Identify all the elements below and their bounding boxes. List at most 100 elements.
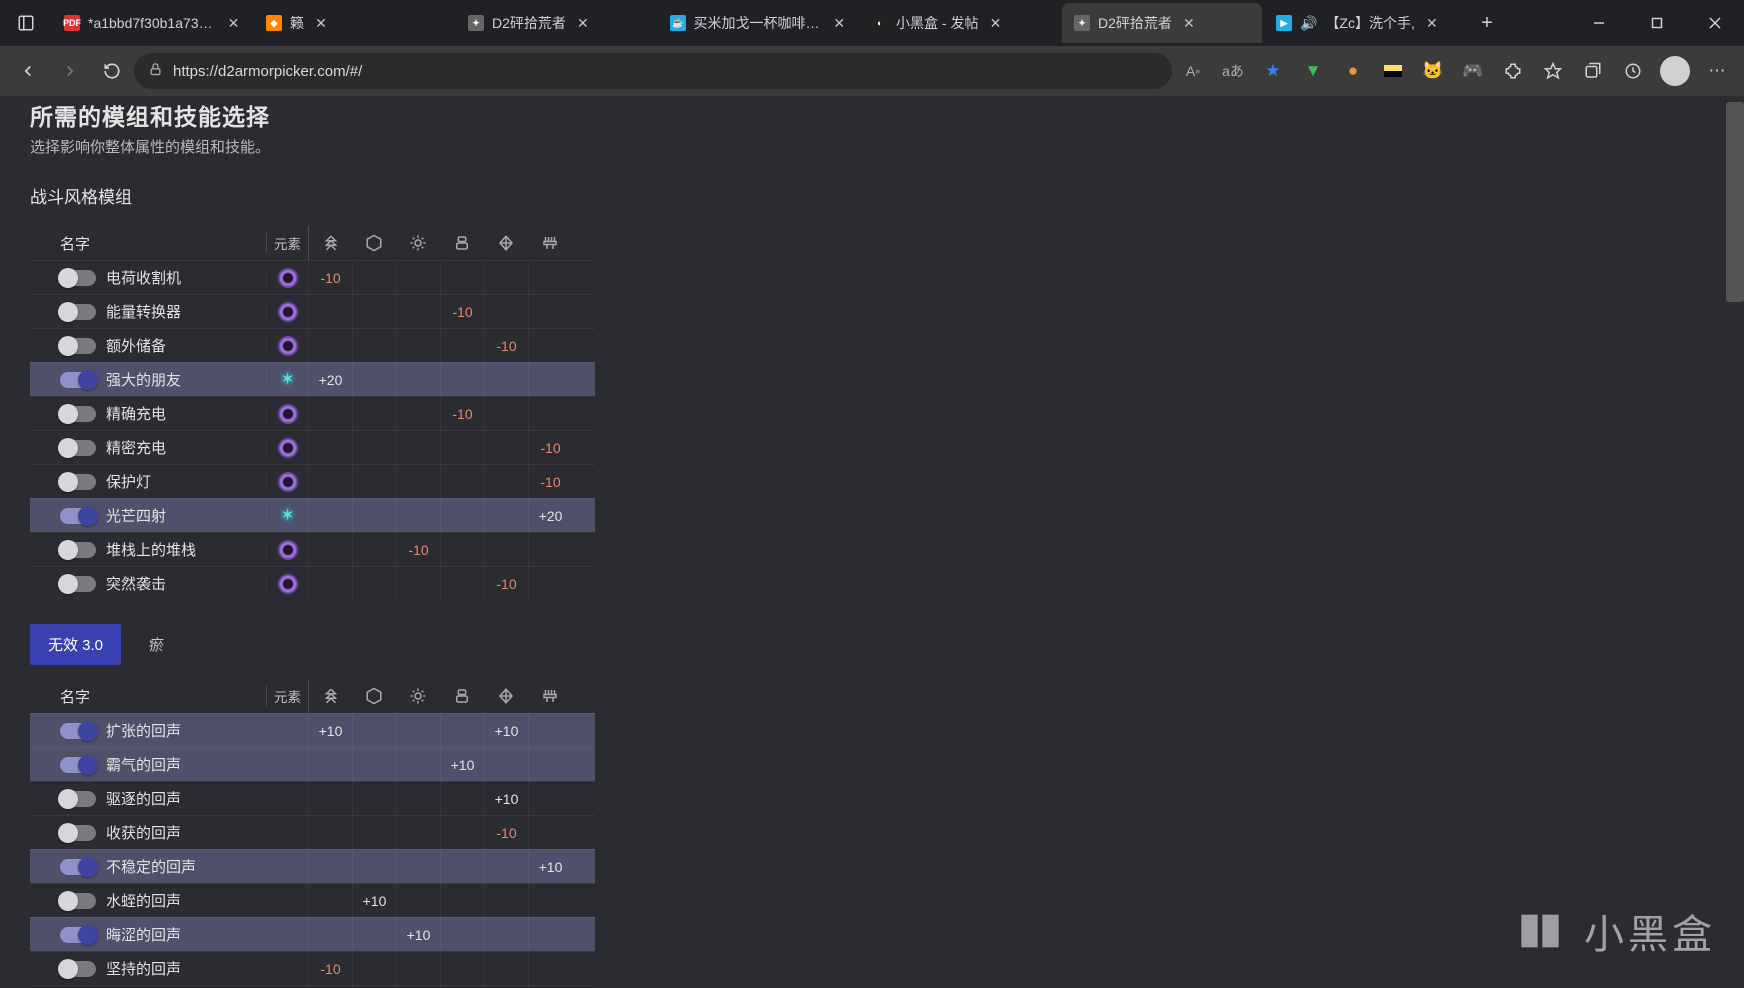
stat-cell: +10 <box>352 884 396 917</box>
minimize-button[interactable] <box>1570 0 1628 46</box>
toggle[interactable] <box>60 440 96 456</box>
table-header: 名字 元素 <box>30 226 595 260</box>
stat-cell: +10 <box>528 850 572 883</box>
table-header-2: 名字 元素 <box>30 679 595 713</box>
arc-element-icon: ✶ <box>280 505 295 526</box>
stat-cell <box>352 465 396 498</box>
stat-cell <box>308 533 352 566</box>
stat-cell <box>484 363 528 396</box>
ext-cookie-icon[interactable]: ● <box>1334 52 1372 90</box>
stat-cell <box>308 499 352 532</box>
menu-button[interactable]: ⋯ <box>1698 52 1736 90</box>
stat-cell <box>396 816 440 849</box>
toggle[interactable] <box>60 576 96 592</box>
stat-cell <box>396 499 440 532</box>
tab-4[interactable]: ◐小黑盒 - 发帖✕ <box>860 3 1060 43</box>
close-tab-icon[interactable]: ✕ <box>1423 14 1441 32</box>
row-name: 驱逐的回声 <box>30 788 266 809</box>
tab-1[interactable]: ◆籁✕ <box>254 3 454 43</box>
stat-cell <box>528 714 572 747</box>
row-name: 突然袭击 <box>30 573 266 594</box>
toggle[interactable] <box>60 723 96 739</box>
toggle[interactable] <box>60 270 96 286</box>
row-label: 不稳定的回声 <box>106 856 196 877</box>
ext-shield-icon[interactable]: ▼ <box>1294 52 1332 90</box>
stat-cell <box>396 397 440 430</box>
close-tab-icon[interactable]: ✕ <box>831 14 848 32</box>
table-row: 电荷收割机-10 <box>30 260 595 294</box>
close-tab-icon[interactable]: ✕ <box>312 14 330 32</box>
collections-button[interactable] <box>1574 52 1612 90</box>
favicon-icon: ☕ <box>670 15 686 31</box>
tab-3[interactable]: ☕买米加戈一杯咖啡。k✕ <box>658 3 858 43</box>
stat-cell: +10 <box>484 714 528 747</box>
row-label: 堆栈上的堆栈 <box>106 539 196 560</box>
col-element-header: 元素 <box>266 233 308 253</box>
tab-0[interactable]: PDF*a1bbd7f30b1a73b7cl✕ <box>52 3 252 43</box>
close-tab-icon[interactable]: ✕ <box>574 14 592 32</box>
address-bar[interactable]: https://d2armorpicker.com/#/ <box>134 53 1172 89</box>
tab-sidebar-button[interactable] <box>0 0 52 46</box>
tab-2[interactable]: ✦D2砰拾荒者✕ <box>456 3 656 43</box>
new-tab-button[interactable]: + <box>1470 6 1504 40</box>
stat-cell: +10 <box>440 748 484 781</box>
toggle[interactable] <box>60 474 96 490</box>
row-name: 收获的回声 <box>30 822 266 843</box>
translate-button[interactable]: aあ <box>1214 52 1252 90</box>
stat-cell <box>484 918 528 951</box>
scroll-track[interactable] <box>1726 96 1744 988</box>
toggle[interactable] <box>60 859 96 875</box>
stat-cell <box>308 816 352 849</box>
favorite-button[interactable]: ★ <box>1254 52 1292 90</box>
toggle[interactable] <box>60 927 96 943</box>
tab-void[interactable]: 无效 3.0 <box>30 624 121 665</box>
col-name-header-2: 名字 <box>30 686 266 707</box>
toggle[interactable] <box>60 304 96 320</box>
stat-cell <box>396 850 440 883</box>
close-window-button[interactable] <box>1686 0 1744 46</box>
stat-cell <box>440 782 484 815</box>
stat-cell: -10 <box>440 397 484 430</box>
forward-button[interactable] <box>50 51 90 91</box>
profile-avatar[interactable] <box>1660 56 1690 86</box>
section-title-1: 战斗风格模组 <box>30 183 693 208</box>
toggle[interactable] <box>60 338 96 354</box>
table-row: 保护灯-10 <box>30 464 595 498</box>
stat-cell <box>484 261 528 294</box>
element-cell <box>266 574 308 594</box>
refresh-button[interactable] <box>92 51 132 91</box>
toggle[interactable] <box>60 542 96 558</box>
row-name: 精密充电 <box>30 437 266 458</box>
row-name: 额外储备 <box>30 335 266 356</box>
history-button[interactable] <box>1614 52 1652 90</box>
toggle[interactable] <box>60 508 96 524</box>
toggle[interactable] <box>60 372 96 388</box>
ext-gamepad-icon[interactable]: 🎮 <box>1454 52 1492 90</box>
toggle[interactable] <box>60 791 96 807</box>
col-name-header: 名字 <box>30 233 266 254</box>
stat-cell <box>308 567 352 600</box>
reader-button[interactable]: A» <box>1174 52 1212 90</box>
scrollbar-thumb[interactable] <box>1726 102 1744 302</box>
toggle[interactable] <box>60 893 96 909</box>
tab-5[interactable]: ✦D2砰拾荒者✕ <box>1062 3 1262 43</box>
tab-title: 籁 <box>290 13 304 33</box>
row-name: 强大的朋友 <box>30 369 266 390</box>
toggle[interactable] <box>60 961 96 977</box>
stat-cell <box>484 748 528 781</box>
tab-stasis[interactable]: 瘀 <box>131 624 182 665</box>
toggle[interactable] <box>60 825 96 841</box>
tab-6[interactable]: ▶🔊【Zc】洗个手,✕ <box>1264 3 1464 43</box>
maximize-button[interactable] <box>1628 0 1686 46</box>
toggle[interactable] <box>60 757 96 773</box>
ext-flag-icon[interactable] <box>1374 52 1412 90</box>
close-tab-icon[interactable]: ✕ <box>225 14 242 32</box>
close-tab-icon[interactable]: ✕ <box>986 14 1004 32</box>
close-tab-icon[interactable]: ✕ <box>1180 14 1198 32</box>
toggle[interactable] <box>60 406 96 422</box>
stat-cell <box>308 465 352 498</box>
back-button[interactable] <box>8 51 48 91</box>
extensions-button[interactable] <box>1494 52 1532 90</box>
favorites-bar-button[interactable] <box>1534 52 1572 90</box>
ext-cat-icon[interactable]: 🐱 <box>1414 52 1452 90</box>
